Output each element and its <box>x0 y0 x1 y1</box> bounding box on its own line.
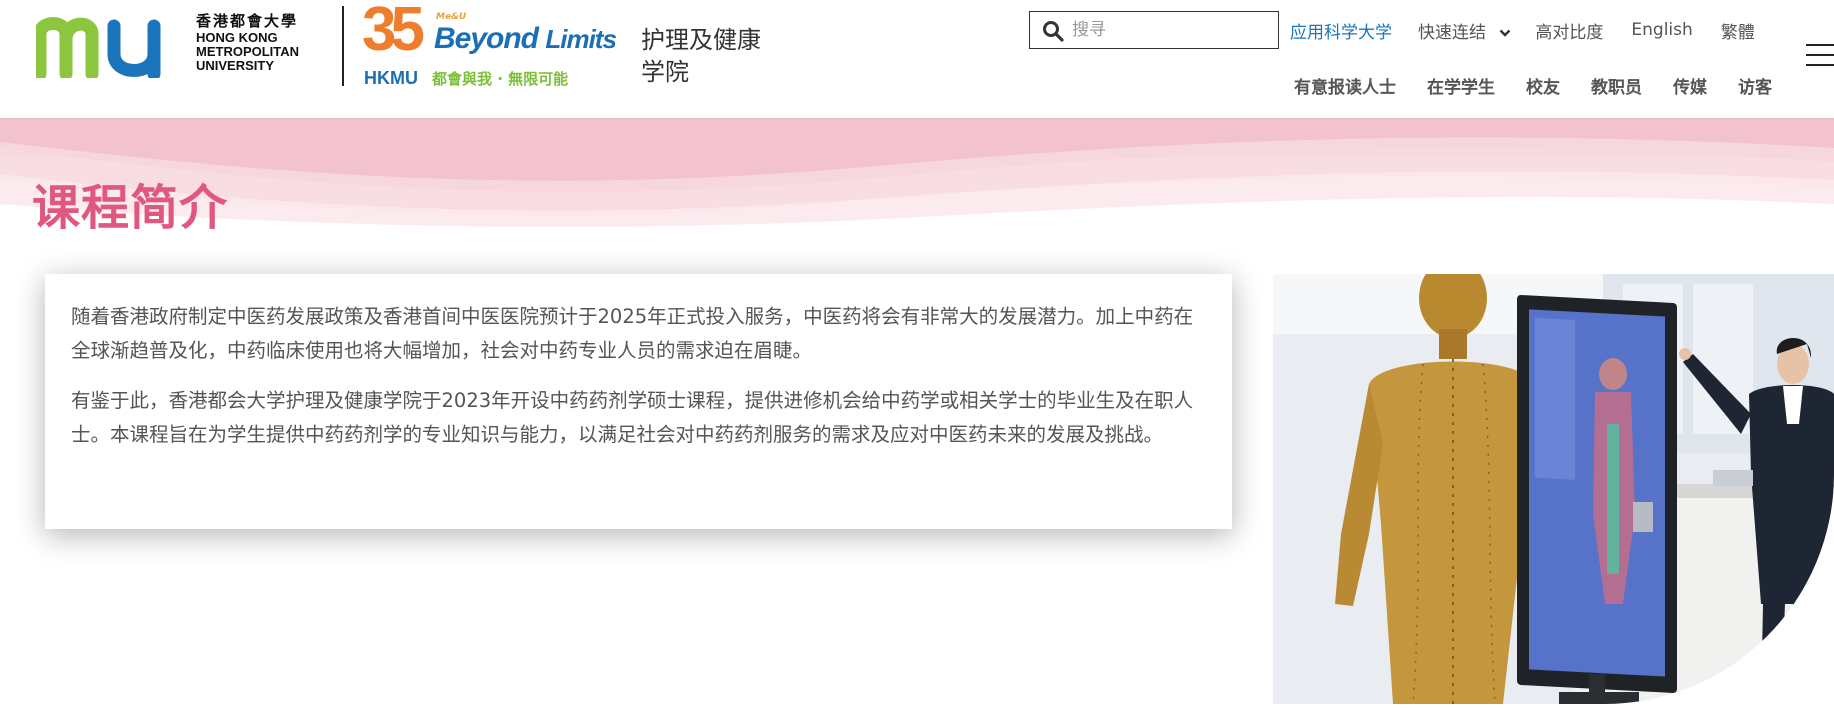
main-nav: 有意报读人士 在学学生 校友 教职员 传媒 访客 <box>1263 73 1772 98</box>
intro-card: 随着香港政府制定中医药发展政策及香港首间中医医院预计于2025年正式投入服务，中… <box>45 274 1232 529</box>
search-box <box>1029 11 1279 49</box>
school-name[interactable]: 护理及健康学院 <box>641 24 781 88</box>
university-name-en-line3: UNIVERSITY <box>196 58 275 73</box>
nav-visitors[interactable]: 访客 <box>1738 73 1772 98</box>
anniversary-beyond-limits: Beyond Limits <box>434 22 617 56</box>
site-header: 香港都會大學 HONG KONG METROPOLITAN UNIVERSITY… <box>0 0 1834 118</box>
english-link[interactable]: English <box>1631 20 1692 40</box>
high-contrast-link[interactable]: 高对比度 <box>1535 18 1603 43</box>
anniversary-beyond: Beyond <box>434 22 539 55</box>
intro-paragraph-2: 有鉴于此，香港都会大学护理及健康学院于2023年开设中药药剂学硕士课程，提供进修… <box>71 389 1194 446</box>
anniversary-hkmu: HKMU <box>364 68 418 88</box>
university-name-en-line2: METROPOLITAN <box>196 44 300 59</box>
traditional-chinese-link[interactable]: 繁體 <box>1721 18 1755 43</box>
nav-prospective-students[interactable]: 有意报读人士 <box>1294 73 1396 98</box>
anniversary-number: 35 <box>362 0 425 64</box>
nav-media[interactable]: 传媒 <box>1673 73 1707 98</box>
university-name-en-line1: HONG KONG <box>196 30 278 45</box>
nav-alumni[interactable]: 校友 <box>1526 73 1560 98</box>
anniversary-tag: Me&U <box>436 12 467 22</box>
page-title: 课程简介 <box>32 180 229 236</box>
photo-illustration <box>1273 274 1834 704</box>
quick-links-label: 快速连结 <box>1418 22 1486 43</box>
decorative-wave <box>0 118 1834 227</box>
search-icon[interactable] <box>1042 20 1064 42</box>
utility-nav: 应用科学大学 快速连结 高对比度 English 繁體 <box>1290 18 1755 43</box>
nav-staff[interactable]: 教职员 <box>1591 73 1642 98</box>
quick-links-dropdown[interactable]: 快速连结 <box>1418 18 1511 43</box>
university-name-zh: 香港都會大學 <box>196 13 299 30</box>
university-name: 香港都會大學 HONG KONG METROPOLITAN UNIVERSITY <box>196 14 299 73</box>
nav-current-students[interactable]: 在学学生 <box>1427 73 1495 98</box>
chevron-down-icon <box>1500 29 1511 37</box>
logo-divider <box>342 6 344 86</box>
feature-photo <box>1273 274 1834 704</box>
intro-paragraph-1: 随着香港政府制定中医药发展政策及香港首间中医医院预计于2025年正式投入服务，中… <box>71 305 1194 362</box>
university-link[interactable]: 应用科学大学 <box>1290 18 1392 43</box>
anniversary-logo[interactable]: 35 Me&U Beyond Limits HKMU 都會與我 · 無限可能 <box>362 0 622 92</box>
search-input[interactable] <box>1072 16 1272 44</box>
hkmu-logo[interactable] <box>36 12 186 78</box>
menu-icon[interactable] <box>1806 44 1834 68</box>
anniversary-slogan: 都會與我 · 無限可能 <box>432 70 569 88</box>
anniversary-limits: Limits <box>545 24 617 54</box>
